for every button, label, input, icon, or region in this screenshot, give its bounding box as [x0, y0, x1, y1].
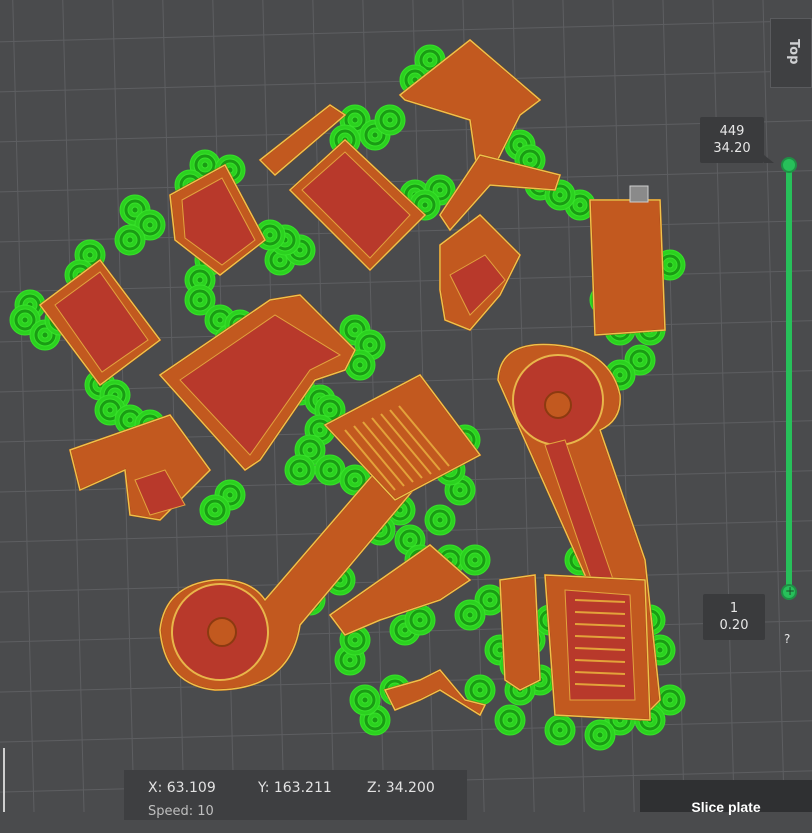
sliced-model-preview[interactable]	[0, 0, 812, 812]
top-layer-height: 34.20	[713, 141, 751, 156]
support-blob	[114, 224, 146, 256]
bottom-layer-height: 0.20	[719, 618, 749, 633]
gear-holder	[588, 199, 667, 337]
support-blob	[349, 684, 381, 716]
support-blob	[374, 104, 406, 136]
x-coordinate: X: 63.109	[148, 780, 216, 796]
view-cube[interactable]: Top	[770, 18, 812, 88]
layer-slider-track[interactable]	[786, 165, 792, 593]
support-blob	[199, 494, 231, 526]
z-coordinate: Z: 34.200	[367, 780, 435, 796]
slice-plate-button[interactable]: Slice plate	[640, 780, 812, 815]
support-blob	[494, 704, 526, 736]
layer-slider-top-handle[interactable]	[781, 157, 797, 173]
support-blob	[584, 719, 616, 751]
scroll-edge	[3, 748, 5, 812]
view-cube-label: Top	[786, 39, 801, 65]
help-icon[interactable]: ?	[784, 632, 790, 646]
coordinate-readout: X: 63.109 Y: 163.211 Z: 34.200 Speed: 10	[124, 770, 467, 820]
support-blob	[454, 599, 486, 631]
gizmo-icon	[629, 185, 649, 203]
top-layer-number: 449	[719, 124, 745, 139]
y-coordinate: Y: 163.211	[258, 780, 332, 796]
top-layer-label: 449 34.20	[700, 117, 774, 163]
bottom-layer-label: 1 0.20	[703, 594, 765, 640]
support-blob	[424, 504, 456, 536]
layer-slider-bottom-handle[interactable]	[781, 584, 797, 600]
bottom-layer-number: 1	[729, 601, 739, 616]
side-rail	[498, 573, 542, 692]
support-blob	[284, 454, 316, 486]
pulley-hole-right	[544, 391, 572, 419]
support-blob	[459, 544, 491, 576]
pulley-hole-left	[207, 617, 237, 647]
plate-viewport[interactable]	[0, 0, 812, 812]
support-blob	[544, 714, 576, 746]
